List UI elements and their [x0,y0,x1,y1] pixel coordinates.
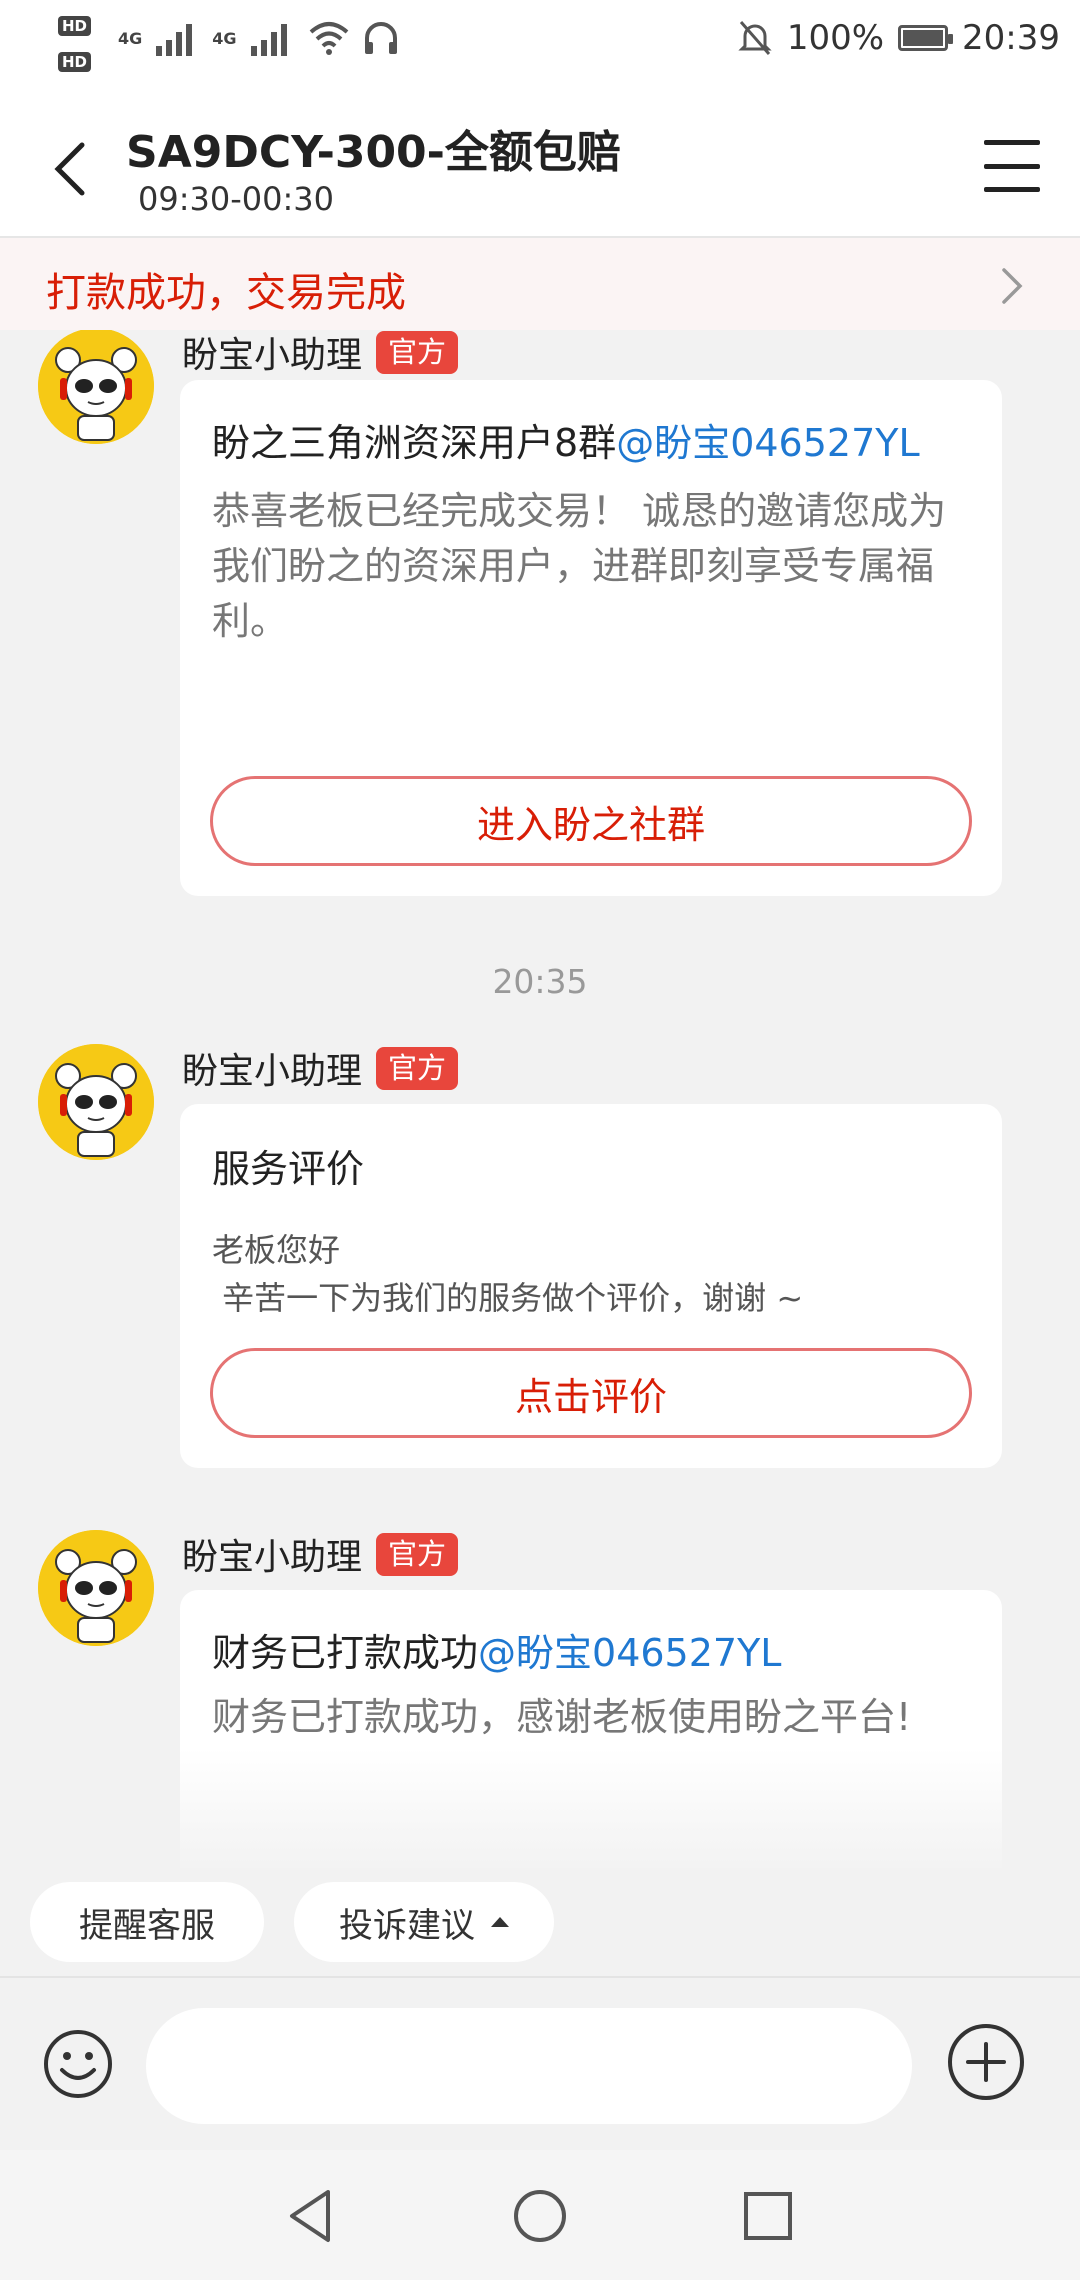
message-list[interactable]: 盼宝小助理 官方 盼之三角洲资深用户8群@盼宝046527YL 恭喜老板已经完成… [0,330,1080,1868]
menu-bar [984,187,1040,192]
message-sender: 盼宝小助理 官方 [182,330,459,378]
hd-badge-sim1: HD [58,16,92,36]
nav-home-icon[interactable] [508,2184,572,2248]
sender-name: 盼宝小助理 [182,1051,363,1092]
assistant-avatar[interactable] [38,330,154,444]
chip-label: 投诉建议 [339,1905,475,1946]
card-body-line: 老板您好 [212,1231,341,1269]
message-input[interactable] [146,2008,912,2124]
card-title-text: 财务已打款成功 [212,1631,479,1675]
official-badge: 官方 [376,330,459,374]
network-type-sim2: 4G [212,28,237,48]
official-badge: 官方 [376,1046,459,1090]
user-mention[interactable]: @盼宝046527YL [478,1631,781,1675]
caret-up-icon [491,1917,509,1927]
panda-avatar-icon [38,1044,154,1160]
nav-back-icon[interactable] [280,2184,344,2248]
assistant-avatar[interactable] [38,1044,154,1160]
message-sender: 盼宝小助理 官方 [182,1042,459,1094]
message-card: 服务评价 老板您好 辛苦一下为我们的服务做个评价，谢谢 ~ 点击评价 [180,1104,1002,1468]
order-status-banner[interactable]: 打款成功，交易完成 [0,238,1080,330]
chevron-right-icon [1002,268,1023,304]
message-card: 盼之三角洲资深用户8群@盼宝046527YL 恭喜老板已经完成交易！ 诚恳的邀请… [180,380,1002,896]
page-title: SA9DCY-300-全额包赔 [126,127,621,178]
menu-bar [984,140,1040,145]
card-title-text: 盼之三角洲资深用户8群 [212,421,617,465]
status-right-group: 100% 20:39 [737,18,1060,58]
card-title: 盼之三角洲资深用户8群@盼宝046527YL [212,412,920,467]
quick-actions-bar: 提醒客服 投诉建议 [0,1868,1080,1978]
battery-level-fill [903,30,944,46]
battery-percent: 100% [786,18,885,58]
battery-icon [898,25,954,51]
complaint-suggestion-button[interactable]: 投诉建议 [294,1882,554,1962]
message-timestamp: 20:35 [492,962,588,1001]
join-community-button[interactable]: 进入盼之社群 [210,776,972,866]
message-sender: 盼宝小助理 官方 [182,1528,459,1580]
wifi-icon [309,22,348,55]
emoji-icon[interactable] [42,2028,114,2100]
card-body: 恭喜老板已经完成交易！ 诚恳的邀请您成为我们盼之的资深用户，进群即刻享受专属福利… [212,489,947,643]
remind-support-button[interactable]: 提醒客服 [30,1882,264,1962]
mute-bell-icon [738,21,772,55]
panda-avatar-icon [38,330,154,444]
service-hours: 09:30-00:30 [138,180,334,218]
message-input-bar [0,1980,1080,2150]
card-title: 财务已打款成功@盼宝046527YL [212,1622,781,1677]
chevron-left-icon [54,142,85,196]
back-button[interactable] [40,134,100,204]
order-status-text: 打款成功，交易完成 [46,270,406,316]
signal-icon [250,24,287,56]
card-title: 服务评价 [212,1147,365,1191]
status-bar: HD HD 4G 4G 100% 20:39 [0,0,1080,96]
signal-icon [156,24,193,56]
clock: 20:39 [962,18,1060,58]
network-type-sim1: 4G [118,28,143,48]
plus-icon[interactable] [946,2022,1026,2102]
nav-recents-icon[interactable] [736,2184,800,2248]
assistant-avatar[interactable] [38,1530,154,1646]
menu-button[interactable] [984,140,1040,192]
user-mention[interactable]: @盼宝046527YL [616,421,919,465]
card-body: 财务已打款成功，感谢老板使用盼之平台! [212,1695,912,1739]
system-nav-bar [0,2150,1080,2280]
rate-service-button[interactable]: 点击评价 [210,1348,972,1438]
official-badge: 官方 [376,1532,459,1576]
card-body-line: 辛苦一下为我们的服务做个评价，谢谢 ~ [212,1279,804,1317]
menu-bar [984,163,1040,169]
chip-label: 提醒客服 [79,1905,215,1946]
chat-header: SA9DCY-300-全额包赔 09:30-00:30 [0,96,1080,238]
scroll-fade [0,1748,1080,1868]
network-indicators: 4G 4G [118,18,401,58]
sender-name: 盼宝小助理 [182,335,363,376]
panda-avatar-icon [38,1530,154,1646]
hd-badge-sim2: HD [58,52,92,72]
headset-icon [364,22,397,54]
sender-name: 盼宝小助理 [182,1537,363,1578]
